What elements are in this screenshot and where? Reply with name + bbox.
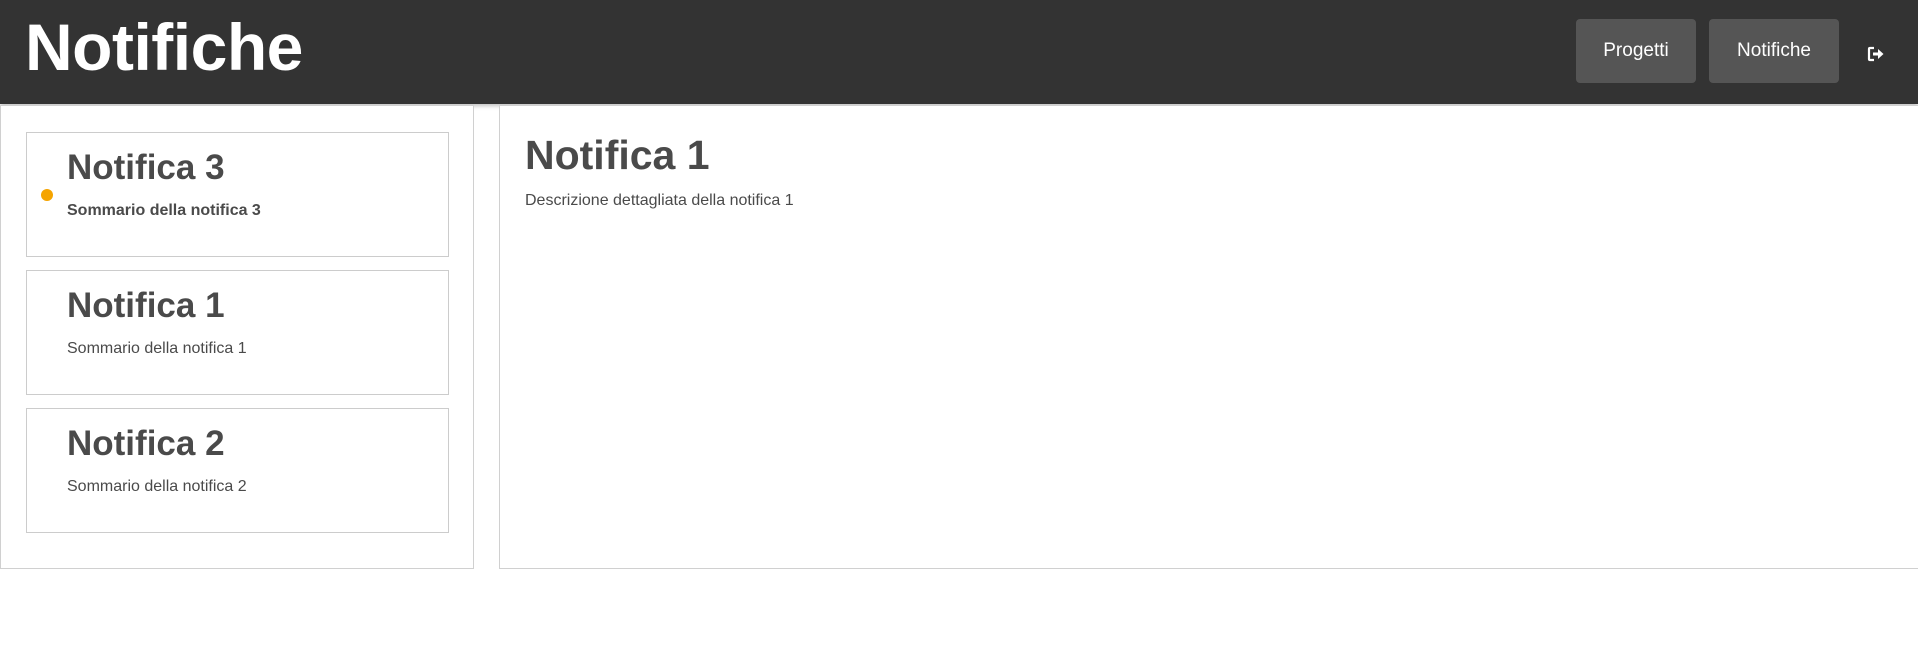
notification-summary: Sommario della notifica 3 bbox=[67, 202, 261, 219]
page-title: Notifiche bbox=[25, 10, 303, 84]
detail-description: Descrizione dettagliata della notifica 1 bbox=[525, 192, 794, 209]
sign-out-icon[interactable] bbox=[1866, 44, 1886, 64]
notification-card[interactable]: Notifica 3 Sommario della notifica 3 bbox=[26, 132, 449, 257]
notification-title: Notifica 1 bbox=[67, 286, 225, 325]
notification-title: Notifica 2 bbox=[67, 424, 225, 463]
notification-summary: Sommario della notifica 1 bbox=[67, 340, 247, 357]
nav-button-notifiche[interactable]: Notifiche bbox=[1709, 19, 1839, 83]
notification-summary: Sommario della notifica 2 bbox=[67, 478, 247, 495]
top-bar: Notifiche Progetti Notifiche bbox=[0, 0, 1918, 104]
detail-title: Notifica 1 bbox=[525, 132, 710, 178]
unread-indicator bbox=[41, 189, 53, 201]
notification-card[interactable]: Notifica 2 Sommario della notifica 2 bbox=[26, 408, 449, 533]
notification-list: Notifica 3 Sommario della notifica 3 Not… bbox=[0, 105, 474, 569]
notification-title: Notifica 3 bbox=[67, 148, 225, 187]
notification-card[interactable]: Notifica 1 Sommario della notifica 1 bbox=[26, 270, 449, 395]
nav-button-progetti[interactable]: Progetti bbox=[1576, 19, 1696, 83]
notification-detail: Notifica 1 Descrizione dettagliata della… bbox=[499, 105, 1918, 569]
